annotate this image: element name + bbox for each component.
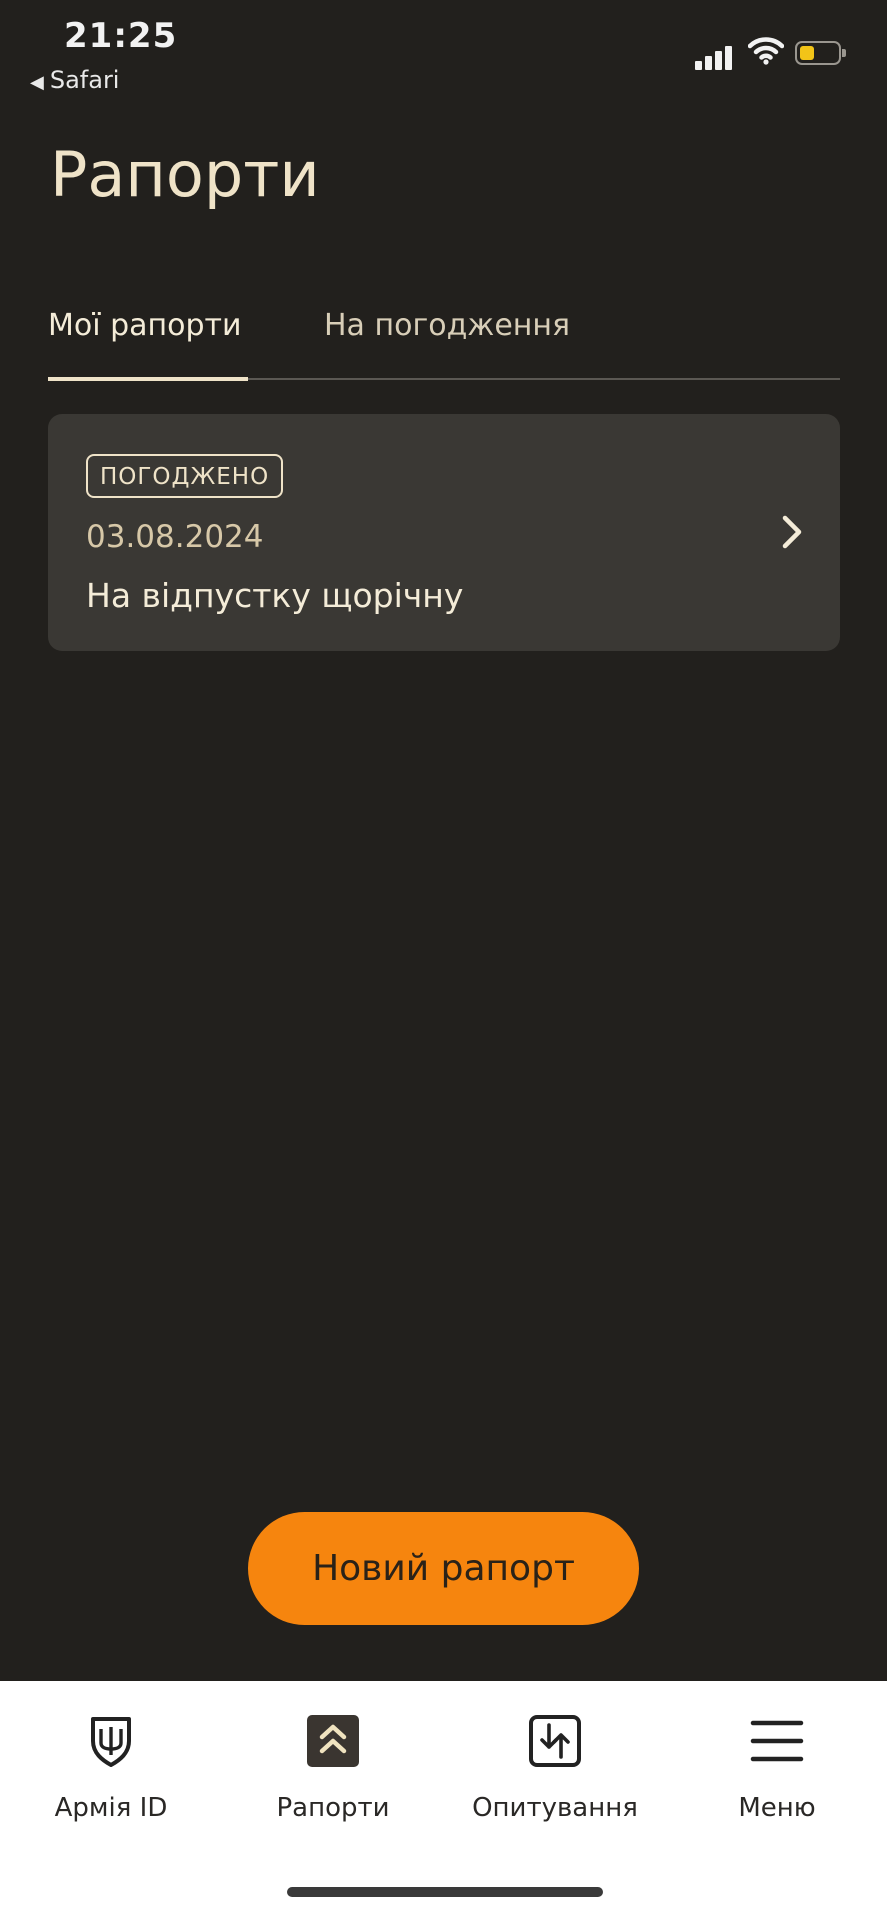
nav-army-id-label: Армія ID	[54, 1793, 168, 1823]
nav-menu[interactable]: Меню	[666, 1681, 887, 1831]
bottom-tab-bar: Армія ID Рапорти Опитування Меню	[0, 1681, 887, 1920]
report-tabs: Мої рапорти На погодження	[48, 300, 840, 381]
nav-surveys-label: Опитування	[472, 1793, 638, 1823]
wifi-icon	[748, 37, 784, 65]
back-to-safari-link[interactable]: ◀ Safari	[30, 66, 119, 94]
battery-icon	[795, 41, 846, 65]
report-date: 03.08.2024	[86, 519, 264, 555]
status-badge: ПОГОДЖЕНО	[86, 454, 284, 498]
tab-my-reports[interactable]: Мої рапорти	[48, 308, 242, 343]
survey-arrows-icon	[529, 1715, 581, 1767]
back-app-label: Safari	[49, 66, 120, 94]
nav-menu-label: Меню	[738, 1793, 816, 1823]
nav-reports-label: Рапорти	[276, 1793, 390, 1823]
report-card[interactable]: ПОГОДЖЕНО 03.08.2024 На відпустку щорічн…	[48, 414, 840, 651]
new-report-button[interactable]: Новий рапорт	[248, 1512, 639, 1625]
chevrons-up-icon	[307, 1715, 359, 1767]
back-triangle-icon: ◀	[30, 72, 44, 93]
nav-surveys[interactable]: Опитування	[444, 1681, 666, 1831]
page-title: Рапорти	[50, 138, 320, 211]
status-bar: 21:25 ◀ Safari	[0, 0, 887, 110]
shield-trident-icon	[91, 1717, 131, 1767]
nav-reports[interactable]: Рапорти	[222, 1681, 444, 1831]
tab-for-approval[interactable]: На погодження	[324, 308, 570, 343]
chevron-right-icon	[782, 515, 802, 549]
cellular-signal-icon	[695, 42, 737, 70]
report-title: На відпустку щорічну	[86, 576, 464, 615]
home-indicator	[287, 1887, 603, 1897]
status-time: 21:25	[64, 16, 178, 56]
active-tab-indicator	[48, 377, 248, 381]
nav-army-id[interactable]: Армія ID	[0, 1681, 222, 1831]
hamburger-menu-icon	[750, 1720, 804, 1762]
